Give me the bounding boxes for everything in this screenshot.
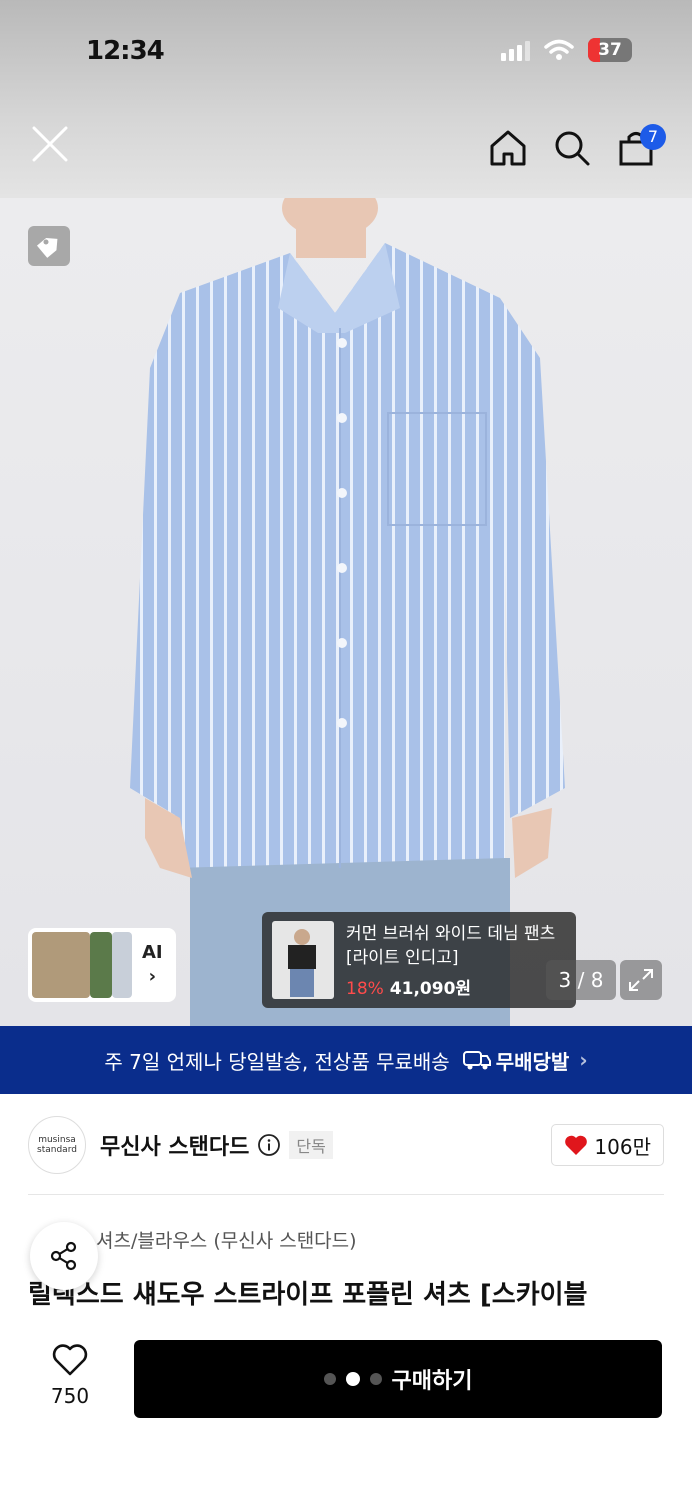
status-icons: 37 xyxy=(501,38,632,62)
related-product-thumbnail xyxy=(272,921,334,999)
breadcrumb[interactable]: 셔츠/블라우스 (무신사 스탠다드) xyxy=(96,1226,357,1253)
ai-label-group: AI › xyxy=(142,941,163,989)
related-product-info: 커먼 브러쉬 와이드 데님 팬츠 [라이트 인디고] 18% 41,090원 xyxy=(346,922,556,999)
brand-row: musinsa standard 무신사 스탠다드 단독 106만 xyxy=(28,1116,664,1174)
status-time: 12:34 xyxy=(86,36,165,66)
cart-button[interactable]: 7 xyxy=(616,124,666,168)
home-icon xyxy=(490,130,526,166)
top-header: 12:34 37 7 xyxy=(0,0,692,198)
wifi-icon xyxy=(544,39,574,60)
heart-filled-icon xyxy=(565,1135,588,1155)
nav-icons: 7 xyxy=(488,124,666,168)
brand-logo[interactable]: musinsa standard xyxy=(28,1116,86,1174)
chevron-right-icon: › xyxy=(579,1048,588,1072)
search-icon xyxy=(555,131,590,166)
brand-logo-line2: standard xyxy=(37,1145,77,1155)
ai-thumbnails xyxy=(32,932,132,998)
delivery-banner[interactable]: 주 7일 언제나 당일발송, 전상품 무료배송 무배당발 › xyxy=(0,1026,692,1094)
loading-dots xyxy=(323,1372,382,1386)
battery-icon: 37 xyxy=(588,38,632,62)
divider xyxy=(28,1194,664,1195)
share-button[interactable] xyxy=(30,1222,98,1290)
delivery-banner-text: 주 7일 언제나 당일발송, 전상품 무료배송 xyxy=(104,1049,450,1074)
product-page: 12:34 37 7 AI › 커먼 브러쉬 와이드 데님 팬츠 [라이트 인디… xyxy=(0,0,692,1500)
image-counter: 3 / 8 xyxy=(546,960,616,1000)
exclusive-badge: 단독 xyxy=(289,1131,333,1159)
buy-button[interactable]: 구매하기 xyxy=(134,1340,662,1418)
discount-rate: 18% xyxy=(346,978,384,999)
product-image-carousel[interactable]: AI › 커먼 브러쉬 와이드 데님 팬츠 [라이트 인디고] 18% 41,09… xyxy=(0,198,692,1026)
brand-like-count: 106만 xyxy=(594,1134,651,1159)
cart-count-badge: 7 xyxy=(640,124,666,150)
brand-like-button[interactable]: 106만 xyxy=(551,1124,664,1166)
chevron-right-icon: › xyxy=(148,966,157,987)
home-button[interactable] xyxy=(488,128,528,168)
ai-styling-chip[interactable]: AI › xyxy=(28,928,176,1002)
brand-name[interactable]: 무신사 스탠다드 xyxy=(100,1129,249,1161)
related-product-card[interactable]: 커먼 브러쉬 와이드 데님 팬츠 [라이트 인디고] 18% 41,090원 xyxy=(262,912,576,1008)
signal-icon xyxy=(501,39,530,61)
brand-logo-line1: musinsa xyxy=(38,1135,76,1145)
related-product-name: 커먼 브러쉬 와이드 데님 팬츠 [라이트 인디고] xyxy=(346,923,556,968)
info-icon[interactable] xyxy=(257,1133,281,1157)
buy-button-label: 구매하기 xyxy=(391,1369,473,1394)
ai-label: AI xyxy=(142,942,163,963)
share-icon xyxy=(50,1241,77,1271)
wishlist-count: 750 xyxy=(50,1384,90,1408)
wishlist-button[interactable]: 750 xyxy=(40,1344,100,1408)
search-button[interactable] xyxy=(552,128,592,168)
expand-icon xyxy=(629,969,653,991)
heart-outline-icon xyxy=(52,1344,88,1376)
free-shipping-badge-text: 무배당발 xyxy=(495,1049,570,1074)
product-photo xyxy=(130,198,565,1026)
expand-button[interactable] xyxy=(620,960,662,1000)
bottom-action-bar: 750 구매하기 xyxy=(0,1318,692,1500)
truck-icon xyxy=(462,1051,491,1070)
sale-price: 41,090원 xyxy=(389,978,472,999)
related-product-price: 18% 41,090원 xyxy=(346,974,556,999)
tag-button[interactable] xyxy=(28,226,70,266)
product-title: 릴렉스드 섀도우 스트라이프 포플린 셔츠 [스카이블 xyxy=(28,1280,588,1310)
close-icon[interactable] xyxy=(30,124,70,164)
price-tag-icon xyxy=(36,237,58,258)
free-shipping-badge: 무배당발 › xyxy=(462,1046,588,1075)
